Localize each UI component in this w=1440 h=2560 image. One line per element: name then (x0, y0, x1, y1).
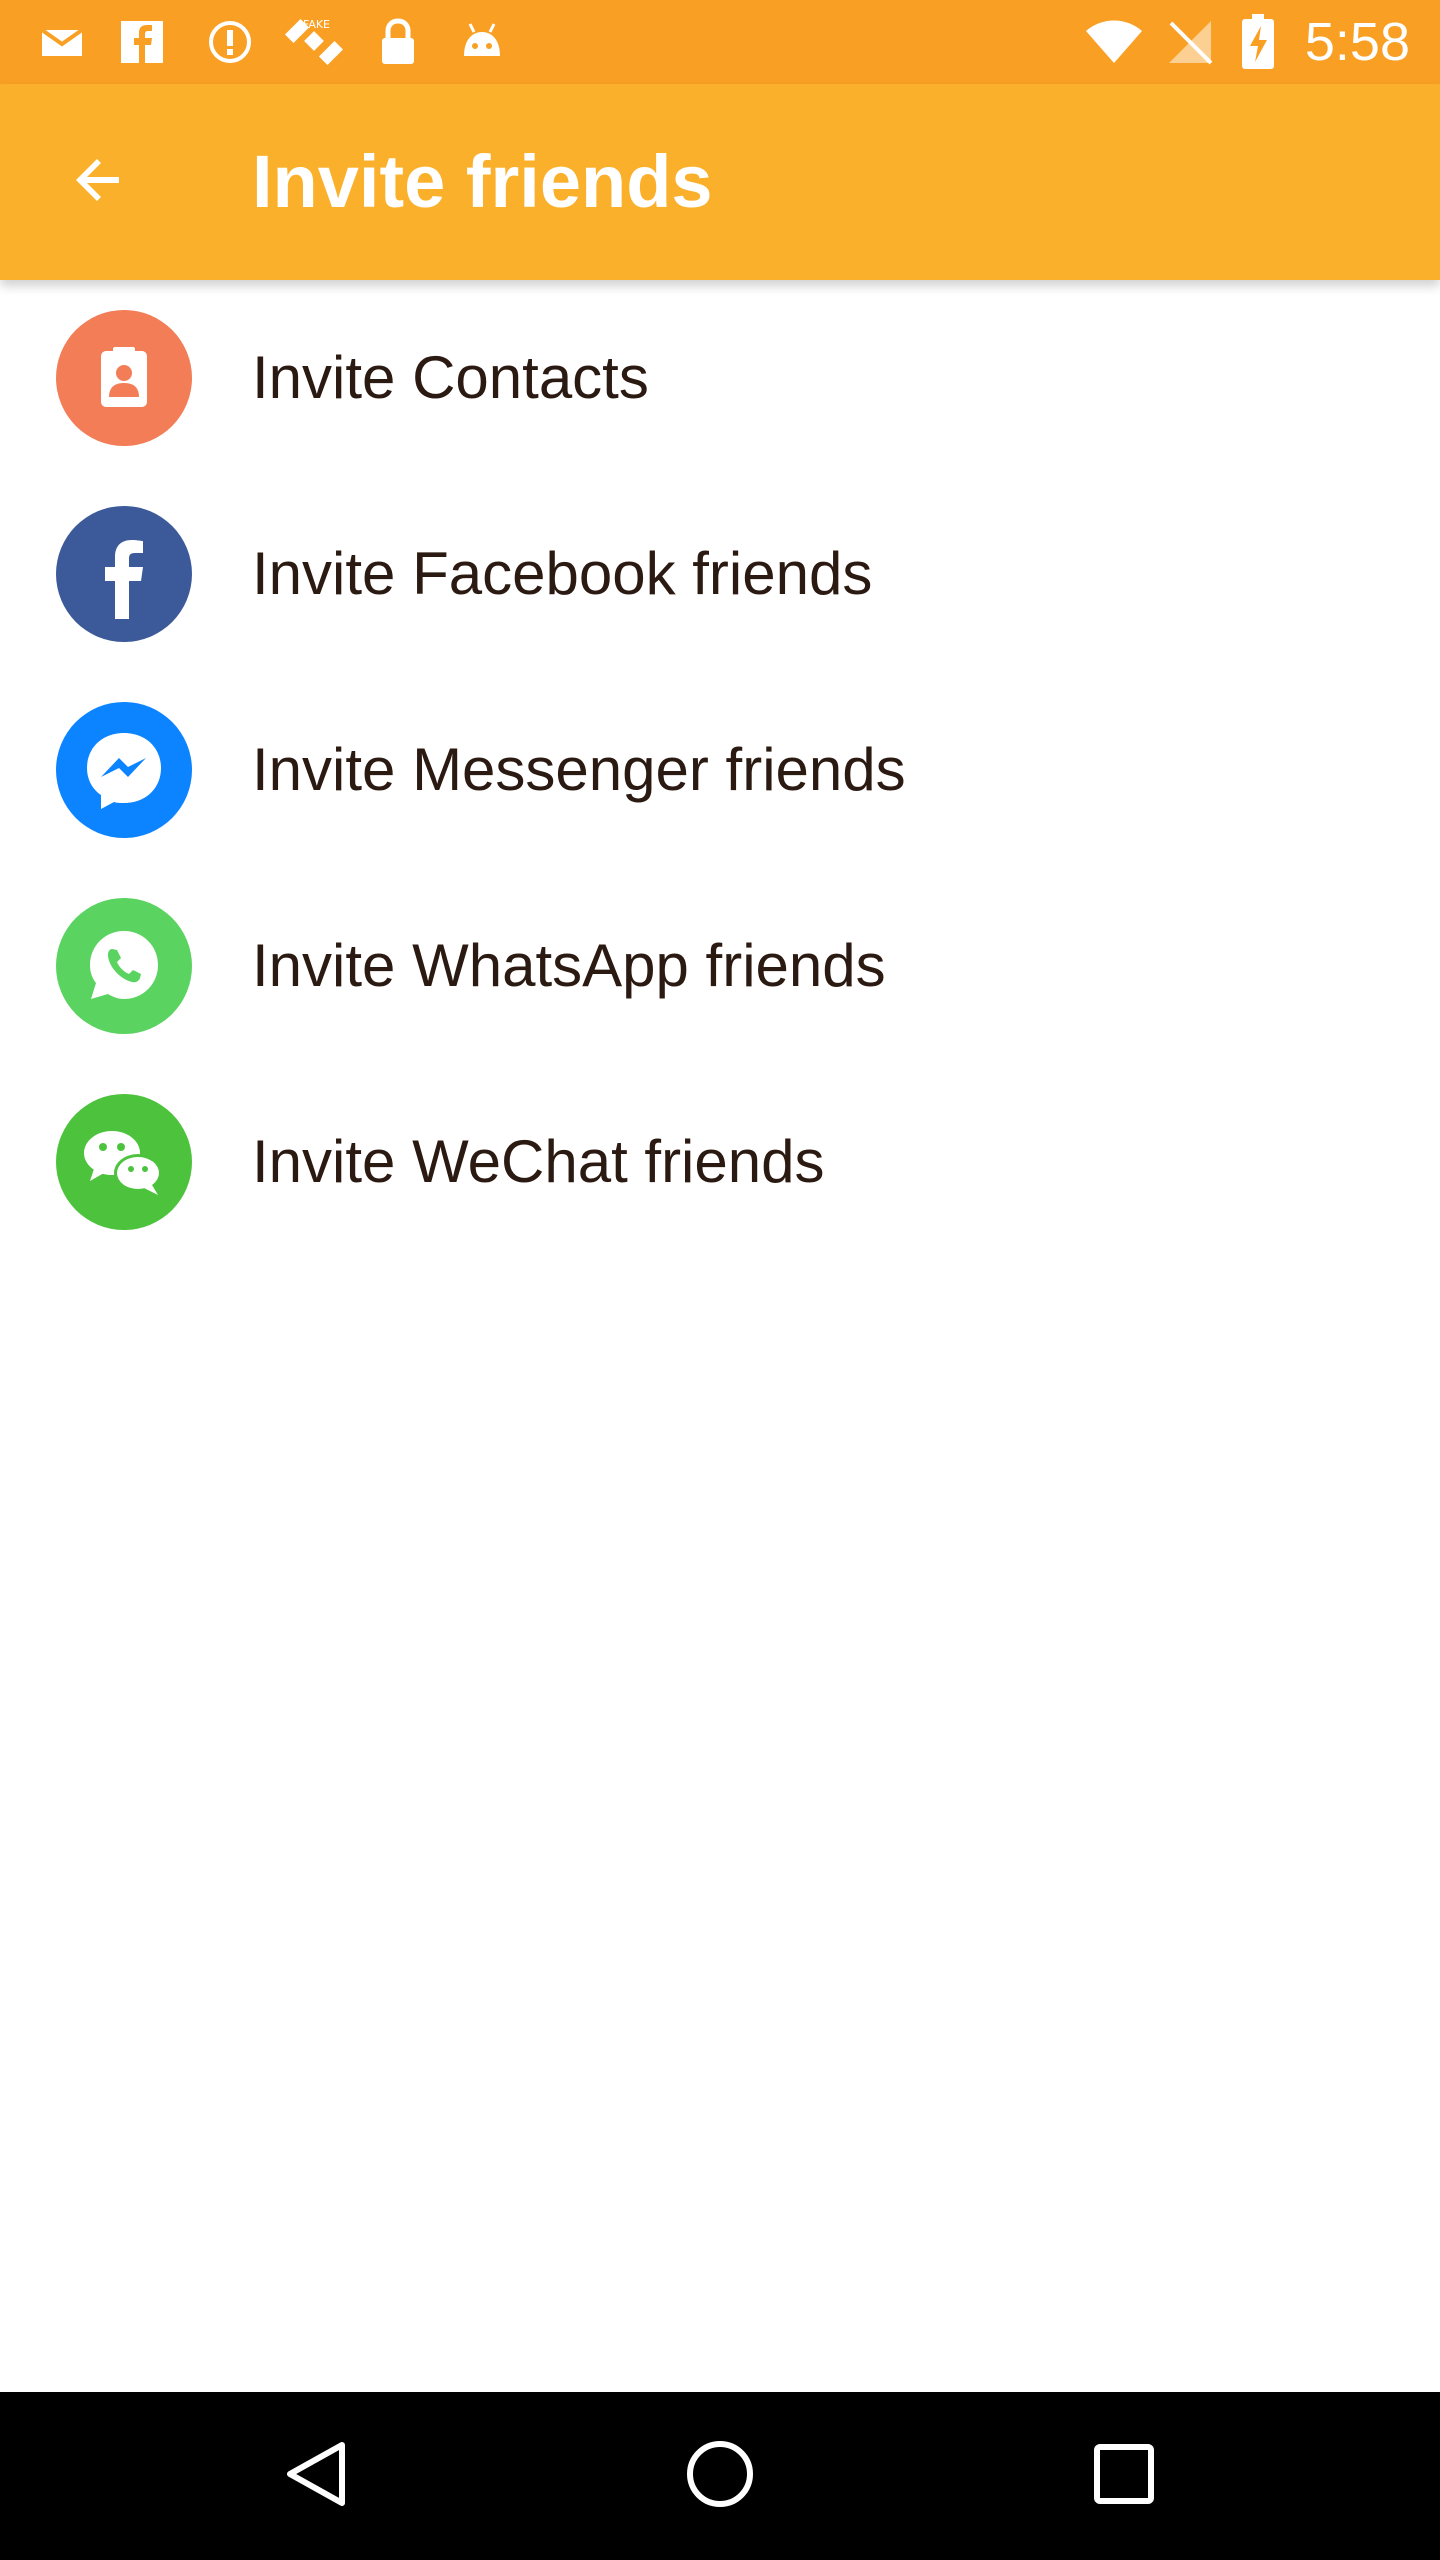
svg-text:FAKE: FAKE (303, 18, 330, 31)
list-item-invite-facebook[interactable]: Invite Facebook friends (0, 476, 1440, 672)
list-item-label: Invite Contacts (252, 344, 649, 411)
list-item-invite-contacts[interactable]: Invite Contacts (0, 280, 1440, 476)
whatsapp-icon (56, 898, 192, 1034)
no-signal-icon (1164, 16, 1216, 68)
list-item-invite-messenger[interactable]: Invite Messenger friends (0, 672, 1440, 868)
back-triangle-icon (284, 2441, 348, 2512)
facebook-icon (116, 16, 168, 68)
back-button[interactable] (0, 84, 196, 280)
home-circle-icon (685, 2439, 755, 2514)
nav-back-button[interactable] (216, 2392, 416, 2560)
list-item-invite-whatsapp[interactable]: Invite WhatsApp friends (0, 868, 1440, 1064)
list-item-label: Invite Messenger friends (252, 736, 906, 803)
battery-charging-icon (1238, 14, 1278, 69)
alert-icon (204, 16, 256, 68)
android-icon (456, 16, 508, 68)
status-bar: FAKE 5:58 (0, 0, 1440, 84)
contacts-icon (56, 310, 192, 446)
nav-recents-button[interactable] (1024, 2392, 1224, 2560)
list-item-label: Invite WhatsApp friends (252, 932, 886, 999)
wifi-icon (1082, 16, 1146, 68)
facebook-icon (56, 506, 192, 642)
list-item-label: Invite WeChat friends (252, 1128, 825, 1195)
lock-icon (372, 16, 424, 68)
navigation-bar (0, 2392, 1440, 2560)
mail-icon (36, 16, 88, 68)
arrow-back-icon (73, 155, 123, 210)
nav-home-button[interactable] (620, 2392, 820, 2560)
list-item-label: Invite Facebook friends (252, 540, 873, 607)
satellite-icon: FAKE (284, 16, 344, 68)
list-item-invite-wechat[interactable]: Invite WeChat friends (0, 1064, 1440, 1260)
page-title: Invite friends (252, 140, 713, 223)
messenger-icon (56, 702, 192, 838)
status-time: 5:58 (1304, 12, 1410, 72)
wechat-icon (56, 1094, 192, 1230)
app-bar: Invite friends (0, 84, 1440, 280)
recents-square-icon (1093, 2443, 1155, 2510)
